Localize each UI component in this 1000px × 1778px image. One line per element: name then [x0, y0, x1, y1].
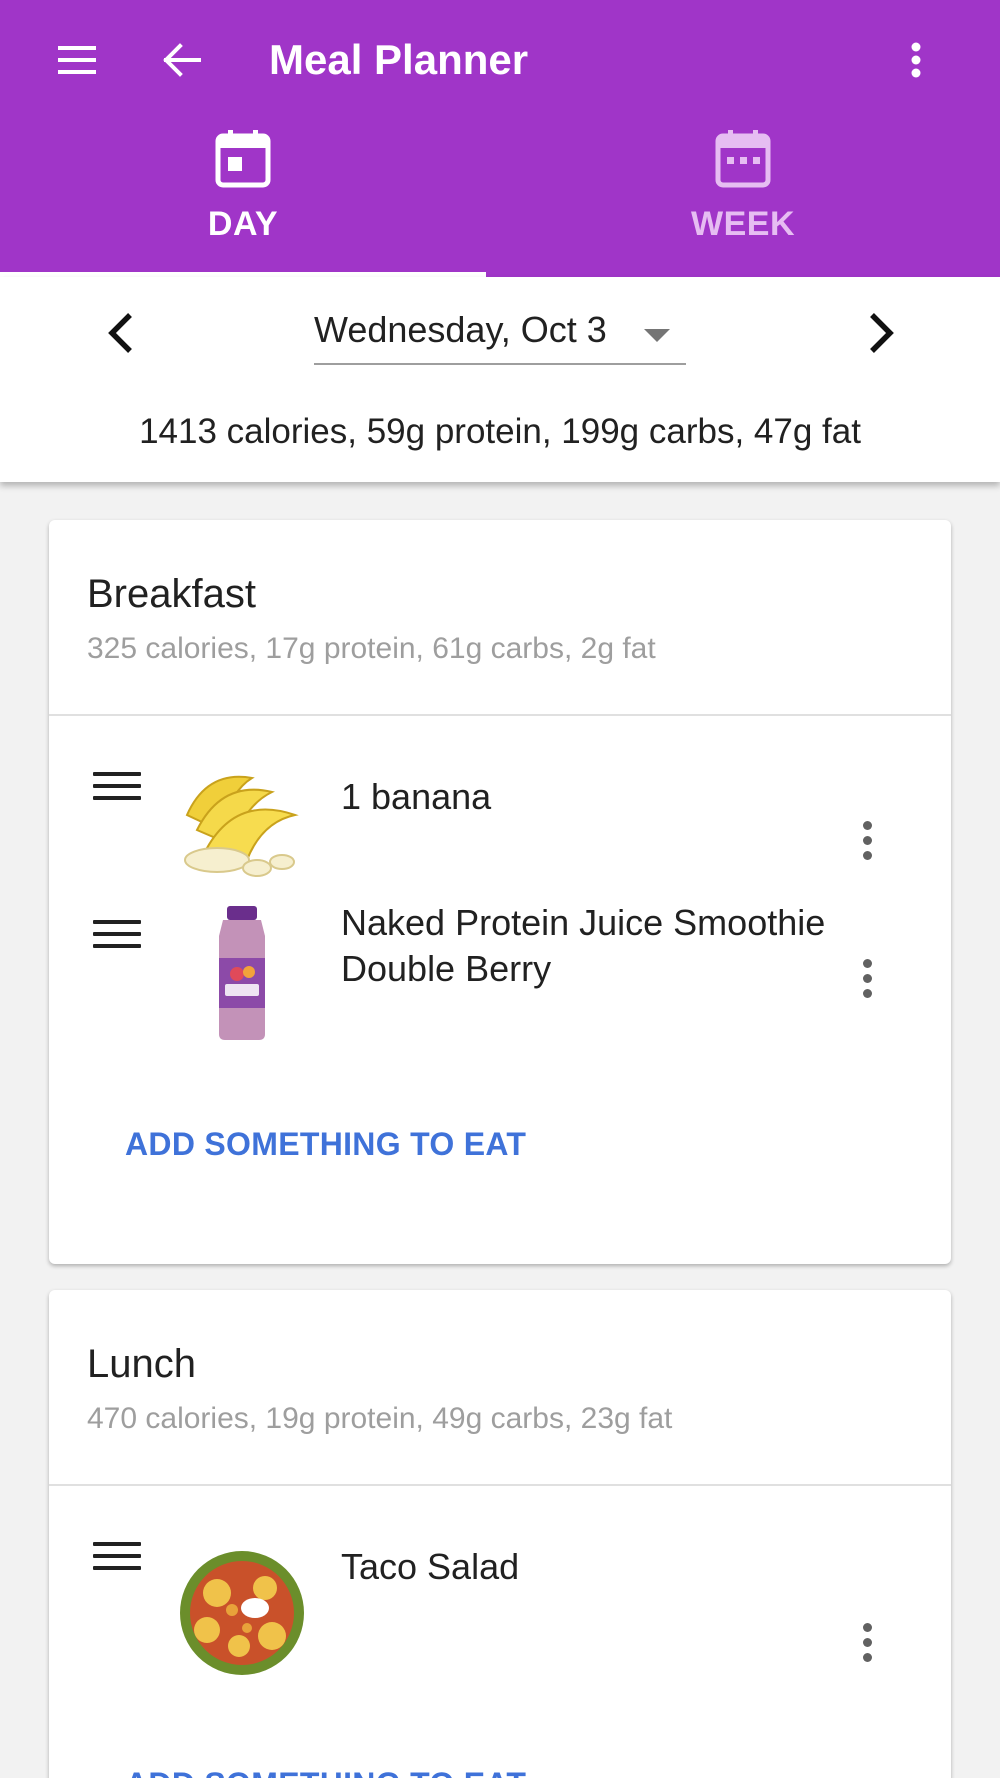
- chevron-left-icon[interactable]: [92, 305, 148, 361]
- tab-day[interactable]: DAY: [0, 130, 486, 277]
- food-item[interactable]: Taco Salad: [49, 1530, 951, 1680]
- meal-card-breakfast: Breakfast 325 calories, 17g protein, 61g…: [49, 520, 951, 1264]
- banana-image: [177, 760, 307, 890]
- meal-header: Breakfast 325 calories, 17g protein, 61g…: [49, 520, 951, 716]
- food-item-name: Taco Salad: [341, 1546, 520, 1587]
- taco-salad-image: [177, 1548, 307, 1678]
- tab-week-label: WEEK: [691, 205, 795, 243]
- more-vert-icon[interactable]: [845, 948, 889, 1008]
- food-item[interactable]: 1 banana: [49, 760, 951, 900]
- app-bar: Meal Planner DAY WEEK: [0, 0, 1000, 278]
- day-nutrition-totals: 1413 calories, 59g protein, 199g carbs, …: [139, 412, 861, 451]
- app-title: Meal Planner: [269, 36, 529, 83]
- smoothie-bottle-image: [177, 906, 307, 1040]
- calendar-week-icon: [715, 130, 771, 193]
- food-item-name: Naked Protein Juice Smoothie Double Berr…: [341, 902, 826, 989]
- chevron-right-icon[interactable]: [854, 305, 910, 361]
- drag-handle-icon[interactable]: [93, 1542, 141, 1570]
- meal-header: Lunch 470 calories, 19g protein, 49g car…: [49, 1290, 951, 1486]
- more-vert-icon[interactable]: [886, 32, 946, 88]
- add-food-button[interactable]: ADD SOMETHING TO EAT: [125, 1756, 526, 1778]
- more-vert-icon[interactable]: [845, 810, 889, 870]
- back-arrow-icon[interactable]: [152, 32, 212, 88]
- drag-handle-icon[interactable]: [93, 772, 141, 800]
- caret-down-icon: [644, 329, 670, 342]
- food-item-name: 1 banana: [341, 776, 492, 817]
- meal-title: Lunch: [87, 1342, 196, 1386]
- more-vert-icon[interactable]: [845, 1612, 889, 1672]
- date-header: Wednesday, Oct 3 1413 calories, 59g prot…: [0, 277, 1000, 482]
- meal-nutrition-totals: 325 calories, 17g protein, 61g carbs, 2g…: [87, 632, 656, 665]
- meal-card-lunch: Lunch 470 calories, 19g protein, 49g car…: [49, 1290, 951, 1778]
- food-item[interactable]: Naked Protein Juice Smoothie Double Berr…: [49, 900, 951, 1050]
- selected-date: Wednesday, Oct 3: [314, 309, 607, 350]
- meal-title: Breakfast: [87, 572, 256, 616]
- drag-handle-icon[interactable]: [93, 920, 141, 948]
- date-dropdown[interactable]: Wednesday, Oct 3: [314, 297, 686, 365]
- add-food-button[interactable]: ADD SOMETHING TO EAT: [125, 1116, 526, 1173]
- menu-icon[interactable]: [48, 32, 108, 88]
- meal-nutrition-totals: 470 calories, 19g protein, 49g carbs, 23…: [87, 1402, 673, 1435]
- tab-week[interactable]: WEEK: [486, 130, 1000, 277]
- calendar-day-icon: [215, 130, 271, 193]
- tab-day-label: DAY: [207, 205, 279, 243]
